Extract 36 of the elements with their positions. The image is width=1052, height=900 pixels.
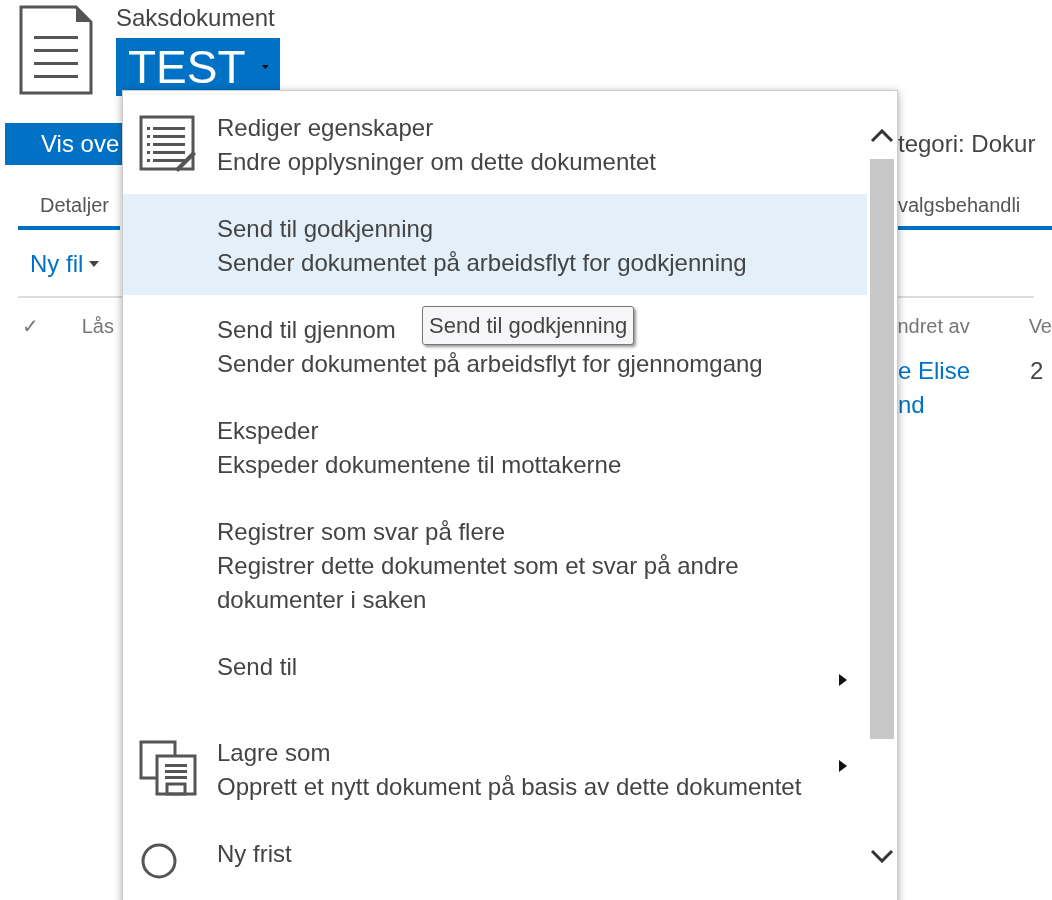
menu-item-title: Ny frist [217, 839, 292, 869]
caret-icon [261, 64, 268, 70]
tooltip: Send til godkjenning [422, 306, 635, 345]
edit-list-icon [139, 115, 197, 173]
title-button[interactable]: TEST [116, 38, 280, 96]
column-header: ✓ [22, 314, 40, 339]
menu-item-description: Ekspeder dokumentene til mottakerne [217, 450, 622, 480]
menu-item-title: Send til [217, 652, 298, 682]
menu-item-title: Rediger egenskaper [217, 113, 434, 143]
new-file-button[interactable]: Ny fil [30, 246, 100, 282]
caret-icon [89, 261, 100, 267]
menu-item-title: Send til godkjenning [217, 214, 434, 244]
menu-item-title: Lagre som [217, 738, 331, 768]
menu-item-title: Registrer som svar på flere [217, 517, 506, 547]
document-icon [18, 4, 94, 96]
column-header: ndret av [897, 314, 971, 339]
view-button[interactable]: Vis ove [5, 123, 122, 165]
menu-item-description: Endre opplysninger om dette dokumentet [217, 147, 656, 177]
clock-icon [139, 841, 179, 881]
scroll-down-icon[interactable] [870, 849, 894, 863]
column-header: Ve [1028, 314, 1052, 339]
table-cell-text: 2 [1030, 356, 1044, 386]
scrollbar-thumb[interactable] [870, 159, 894, 739]
save-copy-icon [139, 740, 197, 796]
column-header: Lås [81, 314, 115, 339]
category-label: tegori: Dokur [898, 129, 1036, 159]
menu-item-description: Sender dokumentet på arbeidsflyt for godkjenning [217, 248, 747, 278]
content-type: Saksdokument [116, 4, 276, 32]
menu-item-description: Opprett et nytt dokument på basis av dette dokumentet [217, 772, 802, 802]
menu-item-description: Sender dokumentet på arbeidsflyt for gjennomgang [217, 349, 763, 379]
menu-item-description: Registrer dette dokumentet som et svar på andre dokumenter i saken [217, 551, 740, 615]
menu-item[interactable]: Send til godkjenning Sender dokumentet på arbeidsflyt for godkjenning [123, 194, 867, 295]
scroll-up-icon[interactable] [870, 129, 894, 143]
menu-item-title: Ekspeder [217, 416, 319, 446]
user-link[interactable]: e Elise nd [898, 354, 1030, 422]
menu-item-title: Send til gjennom [217, 315, 396, 345]
